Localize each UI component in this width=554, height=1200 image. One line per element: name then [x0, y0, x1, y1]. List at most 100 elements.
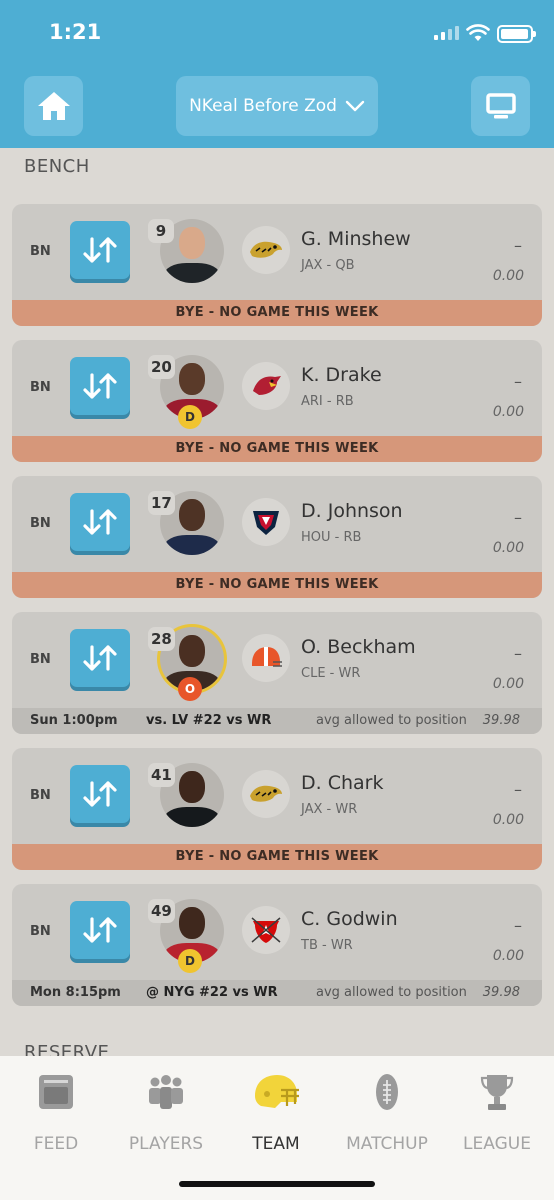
tab-league[interactable]: LEAGUE	[442, 1068, 552, 1154]
slot-label: BN	[30, 244, 51, 259]
home-button[interactable]	[24, 76, 83, 136]
swap-button[interactable]	[70, 765, 130, 823]
player-points: 0.00	[492, 268, 524, 284]
player-card[interactable]: BN 41 D. Chark JAX - WR – 0.00 BYE - NO …	[12, 748, 542, 870]
player-name[interactable]: D. Chark	[301, 772, 383, 794]
home-indicator[interactable]	[179, 1181, 375, 1187]
swap-arrows-icon	[83, 509, 117, 535]
swap-button[interactable]	[70, 357, 130, 415]
app-header: 1:21 NKeal Before Zod	[0, 0, 554, 148]
player-card[interactable]: BN 49 D C. Godwin TB - WR – 0.00 Mon 8:1…	[12, 884, 542, 1006]
avg-allowed-label: avg allowed to position	[316, 713, 467, 728]
avg-allowed-value: 39.98	[482, 713, 520, 728]
player-card[interactable]: BN 17 D. Johnson HOU - RB – 0.00 BYE - N…	[12, 476, 542, 598]
tab-label: TEAM	[252, 1134, 300, 1154]
player-team-position: HOU - RB	[301, 530, 362, 545]
tab-matchup[interactable]: MATCHUP	[332, 1068, 442, 1154]
swap-arrows-icon	[83, 917, 117, 943]
slot-label: BN	[30, 380, 51, 395]
team-logo-buccaneers-icon	[242, 906, 290, 954]
player-name[interactable]: K. Drake	[301, 364, 382, 386]
tab-players[interactable]: PLAYERS	[111, 1068, 221, 1154]
feed-icon	[39, 1075, 73, 1109]
player-name[interactable]: O. Beckham	[301, 636, 416, 658]
team-logo-browns-icon	[242, 634, 290, 682]
projection-value: –	[514, 644, 522, 663]
team-logo-texans-icon	[242, 498, 290, 546]
tab-feed[interactable]: FEED	[1, 1068, 111, 1154]
player-points: 0.00	[492, 948, 524, 964]
swap-arrows-icon	[83, 373, 117, 399]
projection-value: –	[514, 236, 522, 255]
player-name[interactable]: C. Godwin	[301, 908, 398, 930]
monitor-icon	[485, 93, 516, 119]
status-badge-out: O	[178, 677, 202, 701]
status-badge-doubtful: D	[178, 405, 202, 429]
football-icon	[376, 1074, 398, 1110]
chevron-down-icon	[345, 100, 365, 112]
section-title-reserve: RESERVE	[24, 1042, 110, 1056]
tab-label: LEAGUE	[463, 1134, 531, 1154]
team-selector[interactable]: NKeal Before Zod	[176, 76, 378, 136]
helmet-icon	[255, 1075, 299, 1108]
projection-value: –	[514, 780, 522, 799]
player-team-position: JAX - QB	[301, 258, 355, 273]
player-card[interactable]: BN 9 G. Minshew JAX - QB – 0.00 BYE - NO…	[12, 204, 542, 326]
tab-label: MATCHUP	[346, 1134, 428, 1154]
team-logo-jaguars-icon	[242, 770, 290, 818]
player-team-position: CLE - WR	[301, 666, 361, 681]
avg-allowed-label: avg allowed to position	[316, 985, 467, 1000]
jersey-number: 41	[148, 763, 175, 787]
projection-value: –	[514, 916, 522, 935]
trophy-icon	[480, 1075, 514, 1110]
jersey-number: 49	[148, 899, 175, 923]
swap-arrows-icon	[83, 237, 117, 263]
avg-allowed-value: 39.98	[482, 985, 520, 1000]
bye-banner: BYE - NO GAME THIS WEEK	[12, 300, 542, 326]
team-logo-jaguars-icon	[242, 226, 290, 274]
player-points: 0.00	[492, 676, 524, 692]
swap-arrows-icon	[83, 645, 117, 671]
player-name[interactable]: D. Johnson	[301, 500, 403, 522]
tv-button[interactable]	[471, 76, 530, 136]
slot-label: BN	[30, 788, 51, 803]
swap-button[interactable]	[70, 629, 130, 687]
player-name[interactable]: G. Minshew	[301, 228, 411, 250]
tab-label: PLAYERS	[128, 1134, 204, 1154]
slot-label: BN	[30, 924, 51, 939]
bye-banner: BYE - NO GAME THIS WEEK	[12, 844, 542, 870]
tab-label: FEED	[33, 1134, 79, 1154]
swap-button[interactable]	[70, 221, 130, 279]
game-time: Mon 8:15pm	[30, 985, 121, 1000]
players-icon	[149, 1075, 183, 1109]
player-points: 0.00	[492, 812, 524, 828]
opponent-matchup: @ NYG #22 vs WR	[146, 985, 278, 1000]
slot-label: BN	[30, 516, 51, 531]
jersey-number: 9	[148, 219, 174, 243]
jersey-number: 17	[148, 491, 175, 515]
swap-arrows-icon	[83, 781, 117, 807]
tab-team[interactable]: TEAM	[221, 1068, 331, 1154]
player-team-position: ARI - RB	[301, 394, 354, 409]
opponent-matchup: vs. LV #22 vs WR	[146, 713, 272, 728]
projection-value: –	[514, 508, 522, 527]
bye-banner: BYE - NO GAME THIS WEEK	[12, 572, 542, 598]
projection-value: –	[514, 372, 522, 391]
section-title-bench: BENCH	[24, 156, 90, 177]
game-time: Sun 1:00pm	[30, 713, 118, 728]
swap-button[interactable]	[70, 493, 130, 551]
team-logo-cardinals-icon	[242, 362, 290, 410]
status-time: 1:21	[49, 20, 102, 44]
roster-list[interactable]: BENCH BN 9 G. Minshew JAX - QB – 0.00 BY…	[0, 148, 554, 1056]
player-team-position: TB - WR	[301, 938, 353, 953]
player-card[interactable]: BN 20 D K. Drake ARI - RB – 0.00 BYE - N…	[12, 340, 542, 462]
player-points: 0.00	[492, 540, 524, 556]
team-name: NKeal Before Zod	[189, 96, 337, 116]
home-icon	[37, 92, 70, 120]
player-card[interactable]: BN 28 O O. Beckham CLE - WR – 0.00 Sun 1…	[12, 612, 542, 734]
jersey-number: 20	[148, 355, 175, 379]
jersey-number: 28	[148, 627, 175, 651]
battery-icon	[497, 25, 536, 43]
status-badge-doubtful: D	[178, 949, 202, 973]
swap-button[interactable]	[70, 901, 130, 959]
